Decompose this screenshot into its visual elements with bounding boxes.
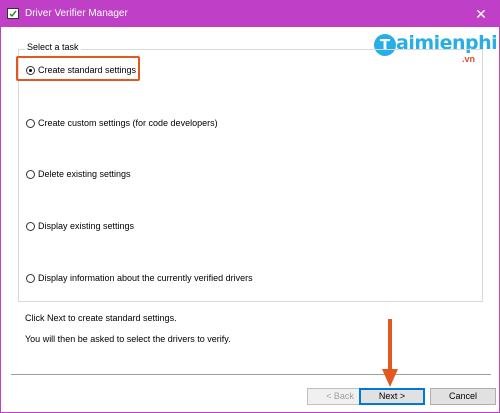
- hint-line-1: Click Next to create standard settings.: [25, 313, 177, 323]
- radio-create-custom[interactable]: [26, 119, 35, 128]
- footer-separator: [11, 374, 491, 375]
- close-button[interactable]: ✕: [469, 4, 493, 24]
- option-label: Delete existing settings: [38, 169, 131, 179]
- option-label: Display existing settings: [38, 221, 135, 231]
- task-group-label: Select a task: [25, 42, 81, 52]
- radio-delete-existing[interactable]: [26, 170, 35, 179]
- driver-verifier-window: Driver Verifier Manager ✕ T aimienphi .v…: [0, 0, 500, 413]
- cancel-button[interactable]: Cancel: [430, 388, 496, 405]
- radio-display-existing[interactable]: [26, 222, 35, 231]
- next-button[interactable]: Next >: [359, 388, 425, 405]
- annotation-arrow-icon: [382, 319, 398, 387]
- hint-line-2: You will then be asked to select the dri…: [25, 334, 231, 344]
- app-icon: [7, 8, 19, 19]
- radio-display-information[interactable]: [26, 274, 35, 283]
- window-title: Driver Verifier Manager: [25, 8, 128, 19]
- option-label: Create custom settings (for code develop…: [38, 118, 218, 128]
- title-bar[interactable]: Driver Verifier Manager ✕: [1, 1, 499, 27]
- annotation-highlight-box: [16, 56, 140, 81]
- option-label: Display information about the currently …: [38, 273, 253, 283]
